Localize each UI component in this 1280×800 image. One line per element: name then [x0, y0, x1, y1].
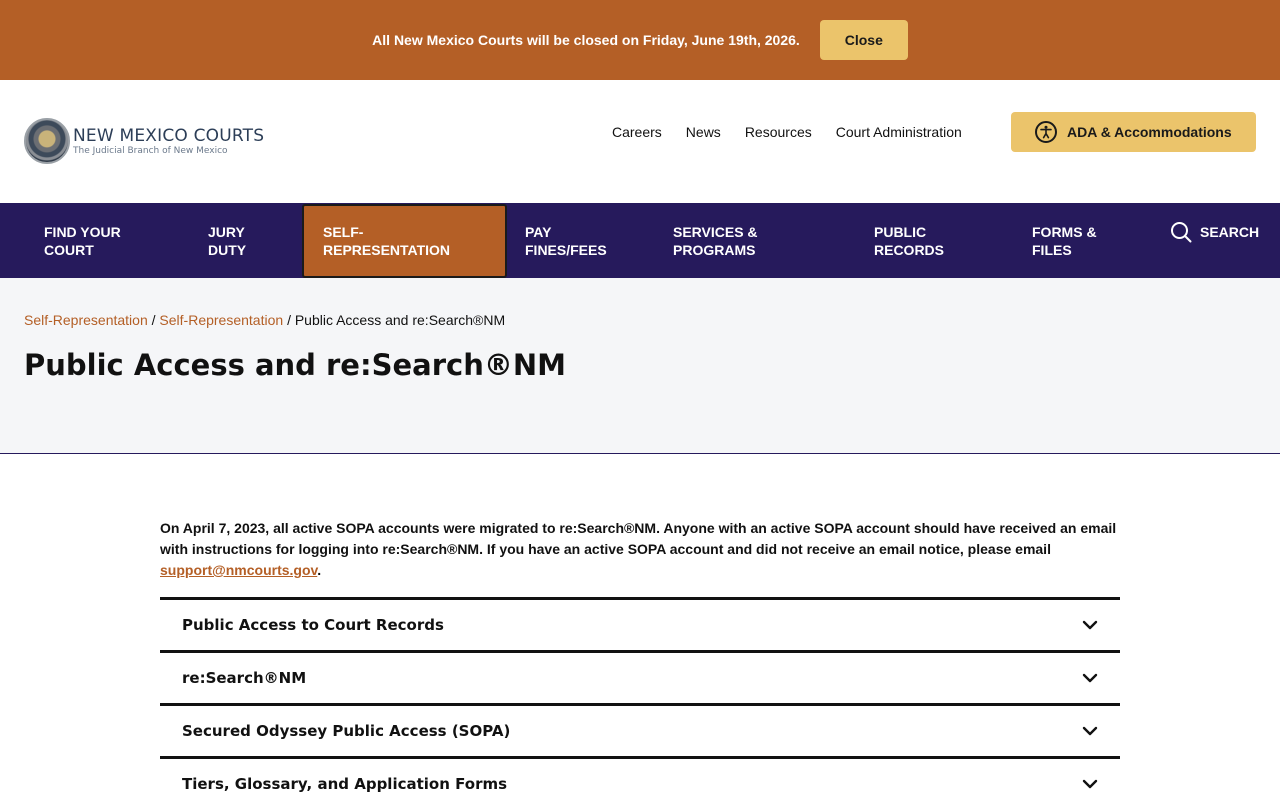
nav-public-records[interactable]: PUBLIC RECORDS: [874, 203, 944, 278]
accordion-item-sopa[interactable]: Secured Odyssey Public Access (SOPA): [160, 703, 1120, 756]
main-content: On April 7, 2023, all active SOPA accoun…: [160, 518, 1120, 800]
page-title: Public Access and re:Search®NM: [24, 348, 566, 382]
nav-pay-fines-fees[interactable]: PAY FINES/FEES: [525, 203, 607, 278]
support-email-link[interactable]: support@nmcourts.gov: [160, 562, 317, 578]
nav-search-label: SEARCH: [1200, 224, 1260, 240]
site-logo[interactable]: NEW MEXICO COURTS The Judicial Branch of…: [24, 118, 264, 164]
accordion-item-research-nm[interactable]: re:Search®NM: [160, 650, 1120, 703]
accessibility-icon: [1035, 121, 1057, 143]
accordion-item-tiers-glossary-forms[interactable]: Tiers, Glossary, and Application Forms: [160, 756, 1120, 800]
nav-jury-duty[interactable]: JURY DUTY: [208, 203, 246, 278]
util-link-court-administration[interactable]: Court Administration: [836, 124, 962, 140]
logo-text: NEW MEXICO COURTS The Judicial Branch of…: [73, 125, 265, 156]
alert-close-button[interactable]: Close: [819, 20, 908, 60]
nav-self-representation[interactable]: SELF- REPRESENTATION: [302, 204, 507, 278]
intro-text: On April 7, 2023, all active SOPA accoun…: [160, 520, 1117, 557]
intro-end: .: [317, 562, 322, 578]
court-seal-icon: [24, 118, 70, 164]
breadcrumb-separator: /: [287, 312, 295, 328]
accordion-label: re:Search®NM: [182, 669, 307, 687]
logo-subtitle: The Judicial Branch of New Mexico: [73, 145, 228, 156]
chevron-down-icon: [1082, 779, 1098, 789]
util-link-resources[interactable]: Resources: [745, 124, 812, 140]
page-heading-section: Self-Representation / Self-Representatio…: [0, 278, 1280, 454]
accordion-label: Tiers, Glossary, and Application Forms: [182, 775, 508, 793]
logo-title: NEW MEXICO COURTS: [73, 125, 265, 146]
chevron-down-icon: [1082, 620, 1098, 630]
chevron-down-icon: [1082, 673, 1098, 683]
intro-paragraph: On April 7, 2023, all active SOPA accoun…: [160, 518, 1120, 581]
nav-find-your-court[interactable]: FIND YOUR COURT: [44, 203, 121, 278]
accordion-label: Public Access to Court Records: [182, 616, 444, 634]
utility-nav: Careers News Resources Court Administrat…: [612, 124, 962, 140]
nav-services-programs[interactable]: SERVICES & PROGRAMS: [673, 203, 758, 278]
breadcrumb-link-self-representation-2[interactable]: Self-Representation: [159, 312, 283, 328]
alert-banner: All New Mexico Courts will be closed on …: [0, 0, 1280, 80]
accordion-item-public-access[interactable]: Public Access to Court Records: [160, 597, 1120, 650]
search-icon: [1171, 222, 1192, 243]
util-link-news[interactable]: News: [686, 124, 721, 140]
alert-message: All New Mexico Courts will be closed on …: [372, 32, 800, 48]
breadcrumb: Self-Representation / Self-Representatio…: [24, 312, 505, 328]
breadcrumb-link-self-representation[interactable]: Self-Representation: [24, 312, 148, 328]
nav-forms-files[interactable]: FORMS & FILES: [1032, 203, 1097, 278]
site-header: NEW MEXICO COURTS The Judicial Branch of…: [0, 80, 1280, 203]
nav-search-button[interactable]: SEARCH: [1170, 221, 1259, 243]
main-nav: FIND YOUR COURT JURY DUTY SELF- REPRESEN…: [0, 203, 1280, 278]
ada-label: ADA & Accommodations: [1067, 124, 1232, 140]
accordion-label: Secured Odyssey Public Access (SOPA): [182, 722, 511, 740]
chevron-down-icon: [1082, 726, 1098, 736]
breadcrumb-current: Public Access and re:Search®NM: [294, 312, 506, 328]
util-link-careers[interactable]: Careers: [612, 124, 662, 140]
accordion: Public Access to Court Records re:Search…: [160, 597, 1120, 800]
ada-accommodations-button[interactable]: ADA & Accommodations: [1011, 112, 1256, 152]
